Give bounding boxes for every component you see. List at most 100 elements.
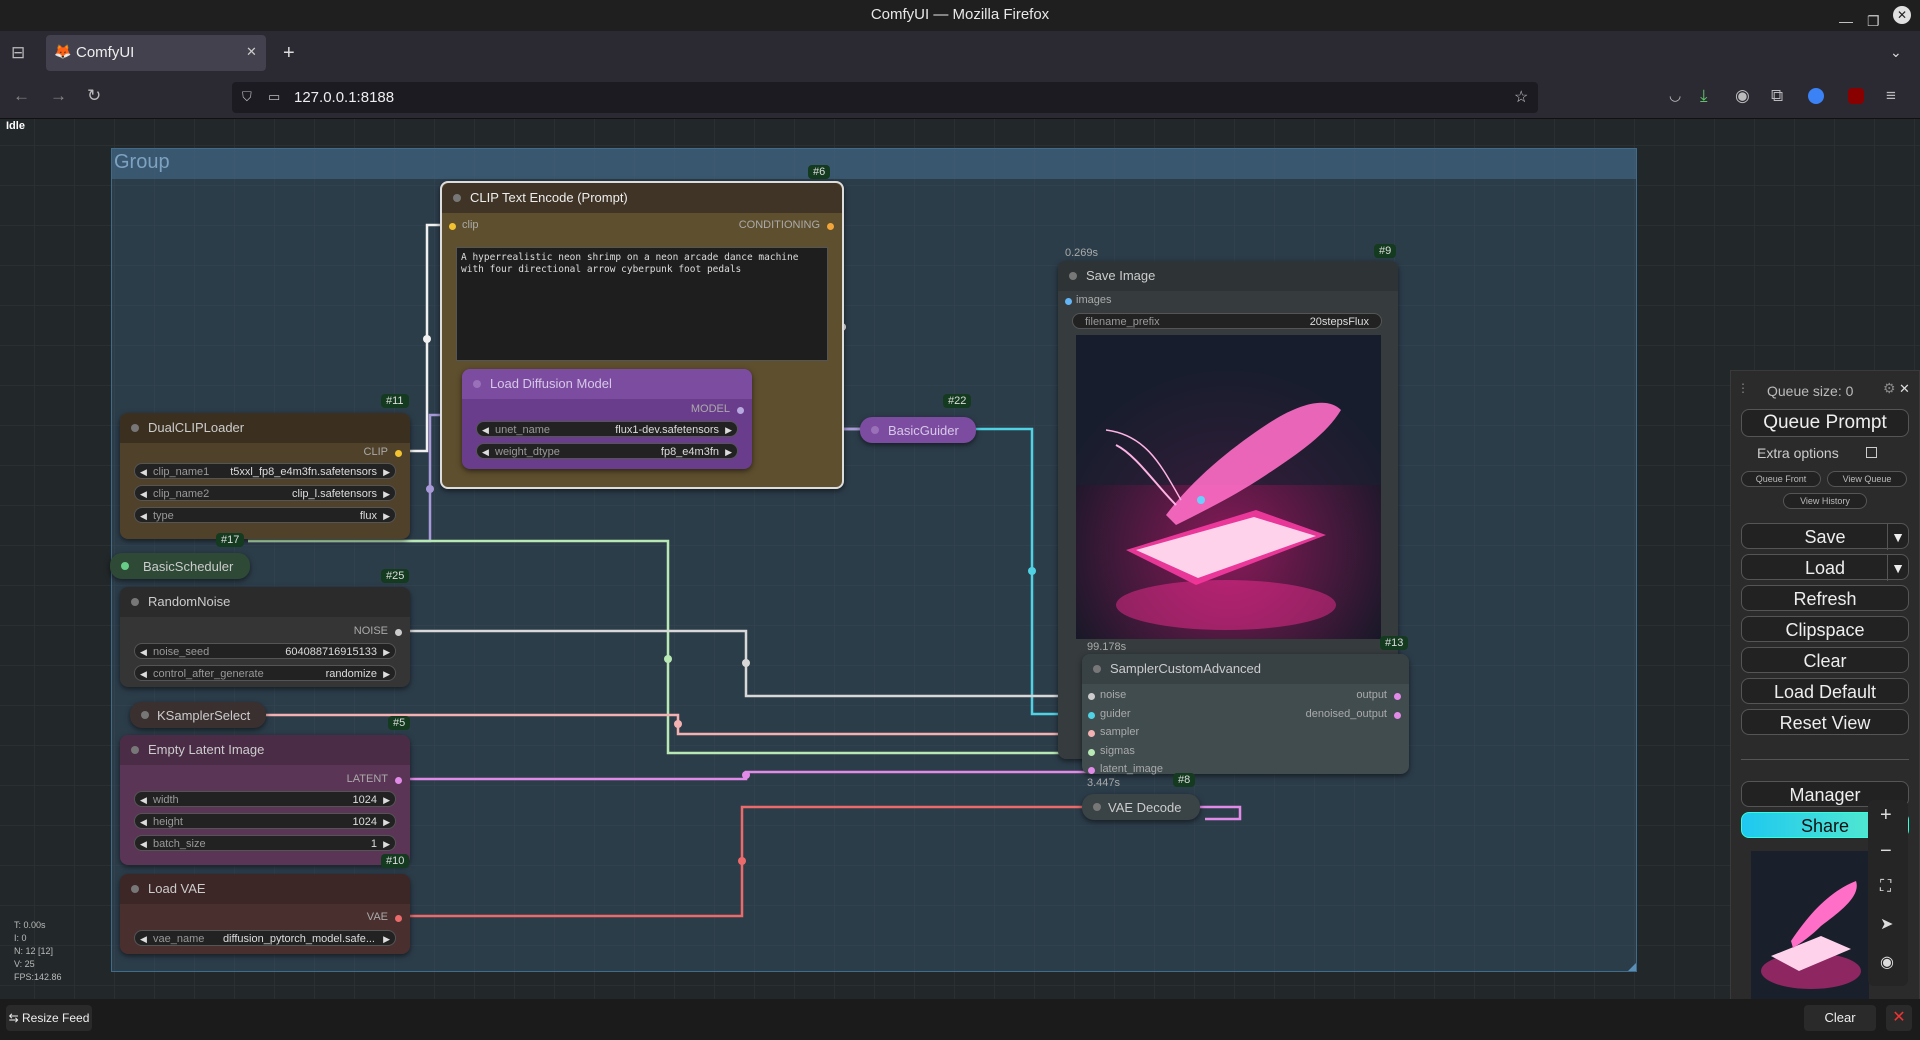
vae-decode-node[interactable]: VAE Decode bbox=[1082, 794, 1200, 820]
close-window-icon[interactable]: ✕ bbox=[1893, 6, 1911, 24]
node-title-bar[interactable]: Save Image bbox=[1058, 261, 1398, 291]
account-icon[interactable]: ◉ bbox=[1735, 86, 1750, 106]
clear-button[interactable]: Clear bbox=[1741, 647, 1909, 673]
noise-seed-widget[interactable]: ◀ noise_seed 604088716915133 ▶ bbox=[134, 643, 396, 659]
tab-list-icon[interactable]: ⊟ bbox=[11, 43, 25, 63]
execution-time: 0.269s bbox=[1065, 247, 1099, 259]
back-icon[interactable]: ← bbox=[13, 86, 30, 106]
ksampler-select-node[interactable]: KSamplerSelect bbox=[130, 702, 266, 728]
empty-latent-image-node[interactable]: Empty Latent Image LATENT ◀ width 1024 ▶ ◀ h… bbox=[120, 735, 410, 865]
ublock-icon[interactable] bbox=[1848, 88, 1864, 104]
load-label: Load bbox=[1804, 558, 1846, 578]
conditioning-output-slot[interactable] bbox=[827, 223, 834, 230]
clipspace-button[interactable]: Clipspace bbox=[1741, 616, 1909, 642]
node-title-bar[interactable]: RandomNoise bbox=[120, 587, 410, 617]
zoom-out-icon[interactable]: − bbox=[1880, 840, 1892, 863]
width-widget[interactable]: ◀ width 1024 ▶ bbox=[134, 791, 396, 807]
basic-guider-node[interactable]: BasicGuider bbox=[860, 417, 976, 443]
prompt-textarea[interactable]: A hyperrealistic neon shrimp on a neon a… bbox=[456, 247, 828, 361]
zoom-in-icon[interactable]: + bbox=[1880, 804, 1892, 827]
load-vae-node[interactable]: Load VAE VAE ◀ vae_name diffusion_pytorch_… bbox=[120, 874, 410, 954]
menu-icon[interactable]: ≡ bbox=[1886, 86, 1896, 106]
queue-prompt-button[interactable]: Queue Prompt bbox=[1741, 409, 1909, 437]
browser-tab[interactable]: 🦊 ComfyUI ✕ bbox=[46, 35, 266, 71]
fit-view-icon[interactable]: ⛶ bbox=[1880, 878, 1891, 896]
refresh-button[interactable]: Refresh bbox=[1741, 585, 1909, 611]
dual-clip-loader-node[interactable]: DualCLIPLoader CLIP ◀ clip_name1 t5xxl_fp8… bbox=[120, 413, 410, 539]
images-input-slot[interactable] bbox=[1065, 298, 1072, 305]
noise-output-slot[interactable] bbox=[395, 629, 402, 636]
extra-options-checkbox[interactable] bbox=[1866, 447, 1877, 458]
sampler-input-slot[interactable] bbox=[1088, 730, 1095, 737]
node-title-bar[interactable]: Load Diffusion Model bbox=[462, 369, 752, 399]
reload-icon[interactable]: ↻ bbox=[87, 86, 101, 106]
load-default-button[interactable]: Load Default bbox=[1741, 678, 1909, 704]
node-title: Load VAE bbox=[148, 881, 206, 896]
url-text[interactable]: 127.0.0.1:8188 bbox=[294, 89, 394, 106]
shield-icon[interactable]: ⛉ bbox=[242, 89, 252, 105]
node-title-bar[interactable]: SamplerCustomAdvanced bbox=[1082, 654, 1409, 684]
node-title-bar[interactable]: Empty Latent Image bbox=[120, 735, 410, 765]
denoised-output-slot[interactable] bbox=[1394, 712, 1401, 719]
extensions-icon[interactable]: ⧉ bbox=[1771, 86, 1783, 106]
queue-front-button[interactable]: Queue Front bbox=[1741, 471, 1821, 487]
basic-scheduler-node[interactable]: BasicScheduler bbox=[110, 553, 250, 579]
type-widget[interactable]: ◀ type flux ▶ bbox=[134, 507, 396, 523]
vae-output-slot[interactable] bbox=[395, 915, 402, 922]
node-title-bar[interactable]: DualCLIPLoader bbox=[120, 413, 410, 443]
save-button[interactable]: Save ▼ bbox=[1741, 523, 1909, 550]
clip-input-slot[interactable] bbox=[449, 223, 456, 230]
model-output-slot[interactable] bbox=[737, 407, 744, 414]
latent-image-input-slot[interactable] bbox=[1088, 767, 1095, 774]
sigmas-input-slot[interactable] bbox=[1088, 749, 1095, 756]
close-feed-icon[interactable]: ✕ bbox=[1886, 1005, 1912, 1031]
node-title-bar[interactable]: CLIP Text Encode (Prompt) bbox=[442, 183, 842, 213]
forward-icon[interactable]: → bbox=[50, 86, 67, 106]
node-canvas[interactable]: Idle Group #6 CLIP Text Encode (Prompt) … bbox=[0, 119, 1920, 999]
node-title: SamplerCustomAdvanced bbox=[1110, 661, 1262, 676]
history-thumbnail[interactable] bbox=[1751, 851, 1869, 1001]
save-dropdown-icon[interactable]: ▼ bbox=[1887, 524, 1908, 550]
sampler-custom-advanced-node[interactable]: SamplerCustomAdvanced noise guider sampl… bbox=[1082, 654, 1409, 775]
resize-feed-button[interactable]: ⇆ Resize Feed bbox=[6, 1005, 92, 1031]
pointer-icon[interactable]: ➤ bbox=[1880, 914, 1893, 934]
unet-name-widget[interactable]: ◀ unet_name flux1-dev.safetensors ▶ bbox=[476, 421, 738, 437]
bookmark-star-icon[interactable]: ☆ bbox=[1514, 87, 1528, 107]
latent-output-slot[interactable] bbox=[395, 777, 402, 784]
noise-input-slot[interactable] bbox=[1088, 693, 1095, 700]
clip-name1-widget[interactable]: ◀ clip_name1 t5xxl_fp8_e4m3fn.safetensors ▶ bbox=[134, 463, 396, 479]
download-icon[interactable]: ⤓ bbox=[1700, 86, 1708, 106]
password-manager-icon[interactable] bbox=[1808, 88, 1824, 104]
batch-size-widget[interactable]: ◀ batch_size 1 ▶ bbox=[134, 835, 396, 851]
feed-clear-button[interactable]: Clear bbox=[1804, 1005, 1876, 1031]
filename-prefix-widget[interactable]: filename_prefix 20stepsFlux bbox=[1072, 313, 1382, 329]
generated-shrimp-image[interactable] bbox=[1076, 335, 1381, 639]
load-button[interactable]: Load ▼ bbox=[1741, 554, 1909, 581]
reset-view-button[interactable]: Reset View bbox=[1741, 709, 1909, 735]
guider-input-slot[interactable] bbox=[1088, 712, 1095, 719]
view-queue-button[interactable]: View Queue bbox=[1827, 471, 1907, 487]
load-diffusion-model-node[interactable]: Load Diffusion Model MODEL ◀ unet_name flu… bbox=[462, 369, 752, 469]
close-tab-icon[interactable]: ✕ bbox=[246, 44, 257, 60]
weight-dtype-widget[interactable]: ◀ weight_dtype fp8_e4m3fn ▶ bbox=[476, 443, 738, 459]
random-noise-node[interactable]: RandomNoise NOISE ◀ noise_seed 60408871691… bbox=[120, 587, 410, 687]
pocket-icon[interactable]: ◡ bbox=[1669, 87, 1681, 104]
height-widget[interactable]: ◀ height 1024 ▶ bbox=[134, 813, 396, 829]
control-after-generate-widget[interactable]: ◀ control_after_generate randomize ▶ bbox=[134, 665, 396, 681]
node-title-bar[interactable]: Load VAE bbox=[120, 874, 410, 904]
load-dropdown-icon[interactable]: ▼ bbox=[1887, 555, 1908, 581]
view-history-button[interactable]: View History bbox=[1783, 493, 1867, 509]
clip-output-slot[interactable] bbox=[395, 450, 402, 457]
output-slot[interactable] bbox=[1394, 693, 1401, 700]
node-badge: #11 bbox=[381, 394, 409, 408]
canvas-zoom-controls: + − ⛶ ➤ ◉ bbox=[1868, 800, 1908, 986]
clip-name2-widget[interactable]: ◀ clip_name2 clip_l.safetensors ▶ bbox=[134, 485, 396, 501]
vae-name-widget[interactable]: ◀ vae_name diffusion_pytorch_model.safe...… bbox=[134, 930, 396, 946]
list-tabs-chevron-down-icon[interactable]: ⌄ bbox=[1890, 44, 1902, 61]
close-panel-icon[interactable]: ✕ bbox=[1899, 381, 1910, 397]
drag-handle-icon[interactable]: ⋮ bbox=[1737, 381, 1749, 395]
eye-icon[interactable]: ◉ bbox=[1880, 952, 1894, 972]
url-bar[interactable]: ⛉ ▭ 127.0.0.1:8188 ☆ bbox=[232, 82, 1538, 113]
new-tab-icon[interactable]: + bbox=[283, 42, 295, 65]
gear-icon[interactable]: ⚙ bbox=[1883, 380, 1896, 397]
